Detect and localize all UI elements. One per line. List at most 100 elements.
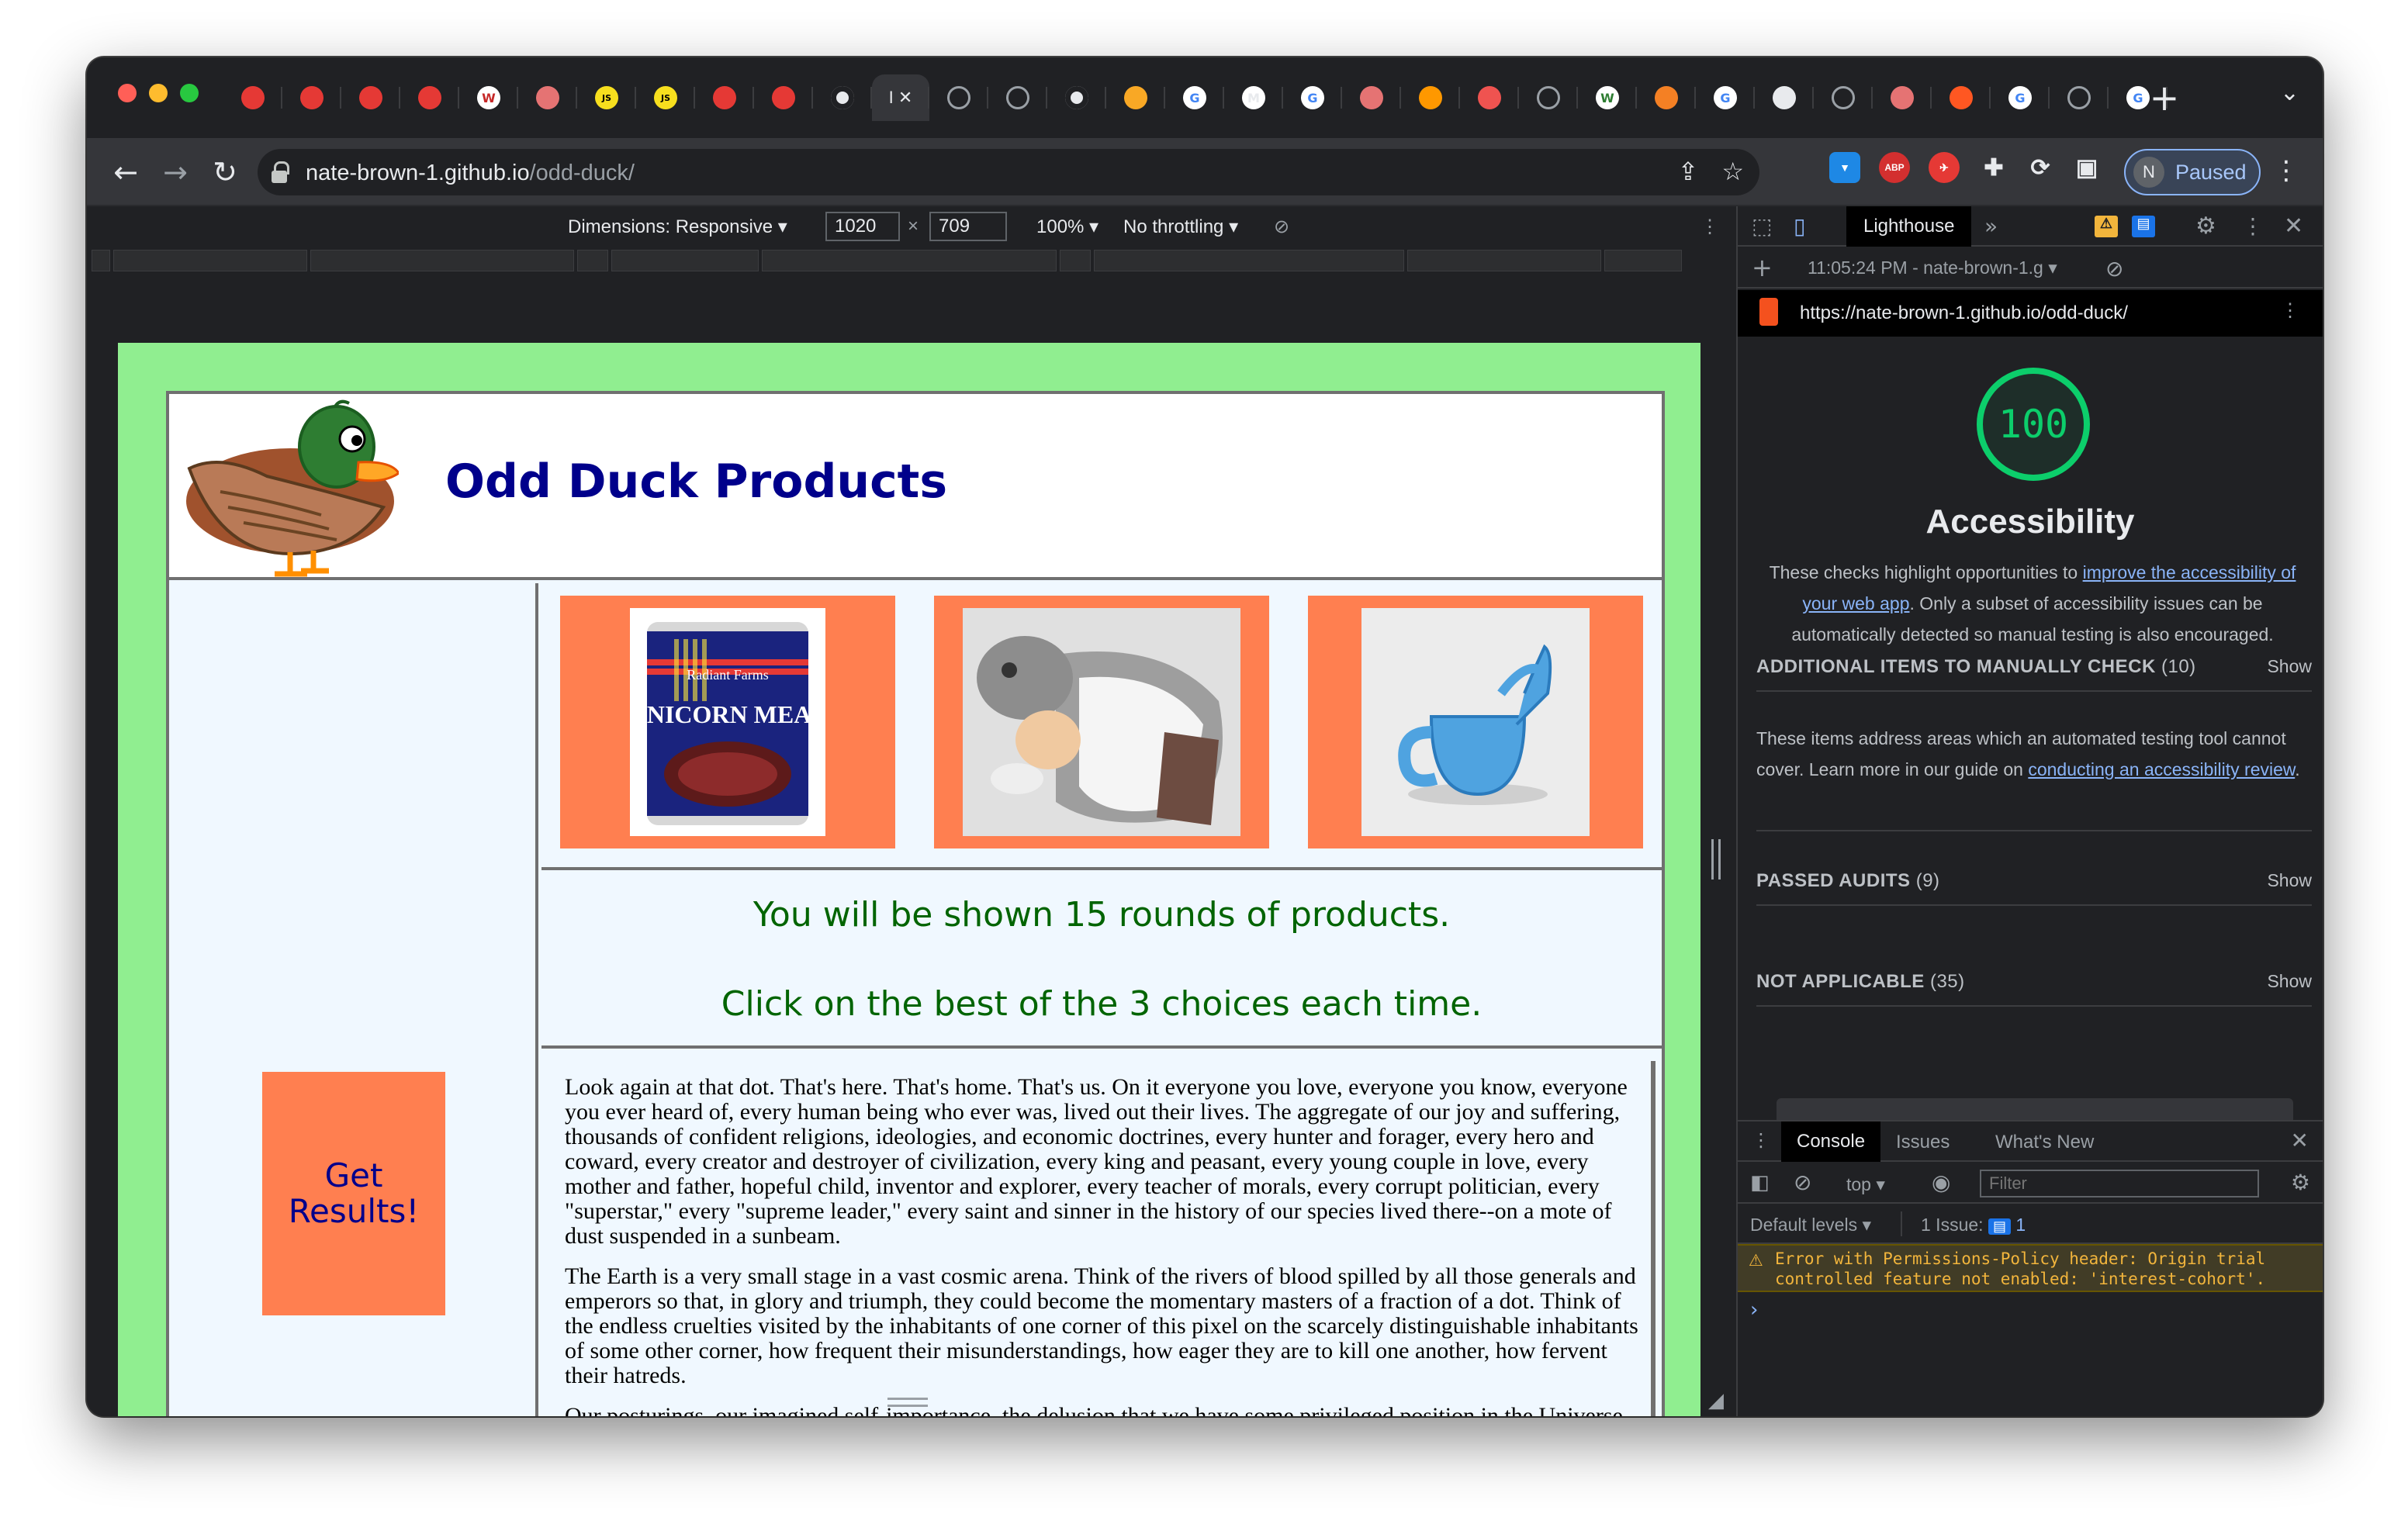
settings-gear-icon[interactable]: ⚙: [2195, 213, 2216, 240]
context-selector[interactable]: top ▾: [1846, 1174, 1885, 1195]
browser-tab[interactable]: M: [1224, 74, 1283, 121]
browser-menu-icon[interactable]: ⋮: [2273, 155, 2299, 186]
browser-tab[interactable]: [223, 74, 282, 121]
sidebar-toggle-icon[interactable]: ◧: [1750, 1171, 1770, 1194]
browser-tab[interactable]: [1460, 74, 1519, 121]
browser-tab[interactable]: G: [1165, 74, 1224, 121]
puzzle-extensions-icon[interactable]: ✚: [1978, 152, 2009, 183]
message-icon[interactable]: ▤: [2132, 216, 2155, 237]
console-filter-input[interactable]: [1980, 1170, 2259, 1197]
browser-tab[interactable]: [1342, 74, 1401, 121]
browser-tab[interactable]: [1047, 74, 1106, 121]
tab-issues[interactable]: Issues: [1896, 1132, 1950, 1153]
profile-button[interactable]: N Paused: [2124, 149, 2261, 195]
forward-arrow-icon[interactable]: →: [152, 149, 199, 195]
browser-tab[interactable]: [1873, 74, 1932, 121]
share-icon[interactable]: ⇪: [1678, 157, 1699, 186]
zoom-dropdown[interactable]: 100% ▾: [1036, 216, 1098, 238]
browser-tab[interactable]: W: [459, 74, 518, 121]
live-expression-eye-icon[interactable]: ◉: [1932, 1170, 1950, 1195]
tab-whats-new[interactable]: What's New: [1995, 1132, 2094, 1153]
adblock-extension-icon[interactable]: ABP: [1879, 152, 1910, 183]
report-menu-icon[interactable]: ⋮: [2281, 299, 2299, 322]
tab-lighthouse[interactable]: Lighthouse: [1846, 206, 1972, 247]
viewport-resize-handle-bottom[interactable]: [887, 1398, 928, 1407]
back-arrow-icon[interactable]: ←: [102, 149, 149, 195]
browser-tab[interactable]: [929, 74, 988, 121]
water-can-image[interactable]: [1361, 608, 1590, 836]
media-query-ruler[interactable]: [87, 250, 1736, 271]
console-prompt-icon[interactable]: ›: [1750, 1298, 1758, 1322]
browser-tab[interactable]: [988, 74, 1047, 121]
address-bar[interactable]: nate-brown-1.github.io/odd-duck/ ⇪ ☆: [258, 149, 1759, 195]
console-warning[interactable]: ⚠ Error with Permissions-Policy header: …: [1738, 1244, 2323, 1292]
device-toggle-icon[interactable]: ▯: [1794, 213, 1805, 239]
browser-tab[interactable]: W: [1578, 74, 1637, 121]
browser-tab[interactable]: [282, 74, 341, 121]
url-text[interactable]: nate-brown-1.github.io/odd-duck/: [306, 161, 635, 186]
rotate-icon[interactable]: ⊘: [1274, 216, 1289, 238]
close-devtools-icon[interactable]: ✕: [2284, 213, 2303, 240]
resize-corner-icon[interactable]: ◢: [1708, 1388, 1724, 1412]
tab-console[interactable]: Console: [1781, 1121, 1881, 1162]
minimize-window-button[interactable]: [149, 84, 168, 102]
maximize-window-button[interactable]: [180, 84, 199, 102]
browser-tab[interactable]: [1401, 74, 1460, 121]
browser-tab[interactable]: JS: [577, 74, 636, 121]
drawer-menu-icon[interactable]: ⋮: [1752, 1129, 1770, 1151]
browser-tab[interactable]: G: [1283, 74, 1342, 121]
browser-tab[interactable]: [341, 74, 400, 121]
passed-audits-group[interactable]: PASSED AUDITS (9) Show: [1756, 870, 2312, 892]
height-input[interactable]: [929, 212, 1007, 241]
close-window-button[interactable]: [118, 84, 137, 102]
product-card-water-can[interactable]: [1308, 596, 1643, 848]
browser-tab[interactable]: [1932, 74, 1991, 121]
console-settings-icon[interactable]: ⚙: [2291, 1170, 2310, 1195]
devtools-menu-icon[interactable]: ⋮: [2242, 213, 2264, 239]
bookmark-star-icon[interactable]: ☆: [1721, 157, 1744, 186]
browser-tab[interactable]: G: [1696, 74, 1755, 121]
browser-tab[interactable]: [813, 74, 872, 121]
browser-tab[interactable]: [1106, 74, 1165, 121]
dimensions-dropdown[interactable]: Dimensions: Responsive ▾: [568, 216, 787, 238]
viewport-resize-handle-side[interactable]: [1711, 839, 1721, 880]
inspect-element-icon[interactable]: ⬚: [1752, 213, 1772, 239]
bookmark-extension-icon[interactable]: ▼: [1829, 152, 1860, 183]
rocket-extension-icon[interactable]: ✈: [1929, 152, 1960, 183]
sync-icon[interactable]: ⟳: [2025, 152, 2056, 183]
product-card-sleeping-bag[interactable]: [934, 596, 1269, 848]
essay-scrollbar[interactable]: [1651, 1061, 1656, 1416]
clear-reports-icon[interactable]: ⊘: [2105, 256, 2123, 282]
show-manual-button[interactable]: Show: [2267, 656, 2312, 677]
browser-tab[interactable]: [1755, 74, 1814, 121]
show-passed-button[interactable]: Show: [2267, 870, 2312, 891]
default-levels-dropdown[interactable]: Default levels ▾: [1750, 1215, 1871, 1236]
device-toolbar-menu-icon[interactable]: ⋮: [1700, 216, 1719, 238]
browser-tab[interactable]: [2050, 74, 2109, 121]
browser-tab[interactable]: JS: [636, 74, 695, 121]
browser-tab[interactable]: [1519, 74, 1578, 121]
browser-tab[interactable]: [1637, 74, 1696, 121]
get-results-button[interactable]: Get Results!: [262, 1072, 445, 1315]
browser-tab-active[interactable]: I ✕: [872, 74, 929, 121]
manual-check-group[interactable]: ADDITIONAL ITEMS TO MANUALLY CHECK (10) …: [1756, 656, 2312, 678]
report-selector[interactable]: 11:05:24 PM - nate-brown-1.g ▾: [1808, 257, 2057, 278]
browser-tab[interactable]: G: [1991, 74, 2050, 121]
not-applicable-group[interactable]: NOT APPLICABLE (35) Show: [1756, 971, 2312, 993]
clear-console-icon[interactable]: ⊘: [1794, 1170, 1811, 1195]
new-tab-button[interactable]: +: [2143, 76, 2186, 119]
width-input[interactable]: [825, 212, 900, 241]
tab-search-chevron-icon[interactable]: ⌄: [2280, 79, 2299, 106]
browser-tab[interactable]: [754, 74, 813, 121]
score-gauge[interactable]: 100: [1977, 368, 2090, 481]
unicorn-meat-image[interactable]: Radiant Farms UNICORN MEAT: [630, 608, 825, 836]
more-tabs-icon[interactable]: »: [1984, 213, 1998, 239]
browser-tab[interactable]: [400, 74, 459, 121]
show-na-button[interactable]: Show: [2267, 971, 2312, 992]
browser-tab[interactable]: [695, 74, 754, 121]
tauntaun-sleeping-bag-image[interactable]: [963, 608, 1240, 836]
side-panel-icon[interactable]: ▣: [2071, 152, 2102, 183]
reload-icon[interactable]: ↻: [202, 149, 248, 195]
close-drawer-icon[interactable]: ✕: [2291, 1128, 2309, 1153]
warning-icon[interactable]: ⚠: [2095, 216, 2118, 237]
